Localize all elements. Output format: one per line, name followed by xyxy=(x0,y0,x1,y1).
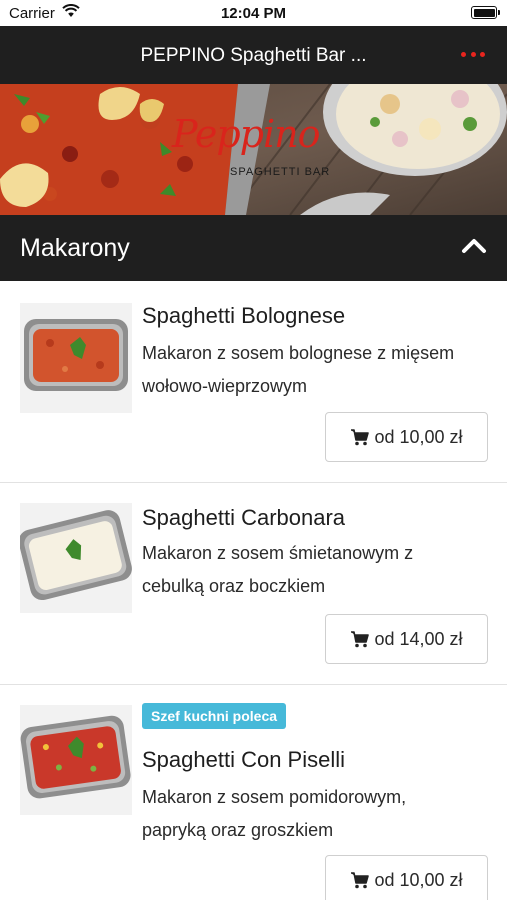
item-name: Spaghetti Bolognese xyxy=(142,303,346,328)
chevron-up-icon[interactable] xyxy=(461,238,487,254)
item-description-line: Makaron z sosem śmietanowym z xyxy=(142,543,414,563)
dish-image xyxy=(20,503,132,613)
item-description: Makaron z sosem bolognese z mięsem wołow… xyxy=(142,337,492,403)
price-label: od 14,00 zł xyxy=(374,628,463,649)
cart-icon xyxy=(351,631,370,648)
menu-item-spaghetti-carbonara[interactable]: Spaghetti Carbonara Makaron z sosem śmie… xyxy=(0,483,507,685)
menu-item-spaghetti-bolognese[interactable]: Spaghetti Bolognese Makaron z sosem bolo… xyxy=(0,281,507,483)
add-to-cart-button[interactable]: od 10,00 zł xyxy=(325,412,488,462)
add-to-cart-button[interactable]: od 14,00 zł xyxy=(325,614,488,664)
item-description-line: papryką oraz groszkiem xyxy=(142,820,334,840)
dish-image xyxy=(20,705,132,815)
cart-icon xyxy=(351,872,370,889)
item-description-line: Makaron z sosem pomidorowym, xyxy=(142,787,407,807)
item-name: Spaghetti Con Piselli xyxy=(142,747,346,772)
status-bar: Carrier 12:04 PM xyxy=(0,0,507,26)
item-description-line: Makaron z sosem bolognese z mięsem xyxy=(142,343,455,363)
menu-item-spaghetti-con-piselli[interactable]: Szef kuchni poleca Spaghetti Con Piselli… xyxy=(0,685,507,900)
add-to-cart-button[interactable]: od 10,00 zł xyxy=(325,855,488,900)
more-options-icon[interactable] xyxy=(461,52,485,58)
price-label: od 10,00 zł xyxy=(374,426,463,447)
chef-recommends-badge: Szef kuchni poleca xyxy=(142,703,287,729)
item-description: Makaron z sosem śmietanowym z cebulką or… xyxy=(142,537,492,603)
price-label: od 10,00 zł xyxy=(374,869,463,890)
banner-logo: Peppino xyxy=(172,112,321,156)
banner-subtitle: SPAGHETTI BAR xyxy=(230,166,331,178)
cart-icon xyxy=(351,429,370,446)
restaurant-banner: Peppino SPAGHETTI BAR xyxy=(0,84,507,215)
item-description-line: cebulką oraz boczkiem xyxy=(142,576,326,596)
section-title: Makarony xyxy=(20,234,130,262)
item-description: Makaron z sosem pomidorowym, papryką ora… xyxy=(142,781,492,847)
nav-bar: PEPPINO Spaghetti Bar ... xyxy=(0,26,507,84)
item-name: Spaghetti Carbonara xyxy=(142,505,346,530)
section-header-makarony[interactable]: Makarony xyxy=(0,215,507,281)
battery-icon xyxy=(471,6,500,19)
status-time: 12:04 PM xyxy=(220,5,287,22)
item-description-line: wołowo-wieprzowym xyxy=(142,376,308,396)
dish-image xyxy=(20,303,132,413)
page-title: PEPPINO Spaghetti Bar ... xyxy=(140,45,367,66)
